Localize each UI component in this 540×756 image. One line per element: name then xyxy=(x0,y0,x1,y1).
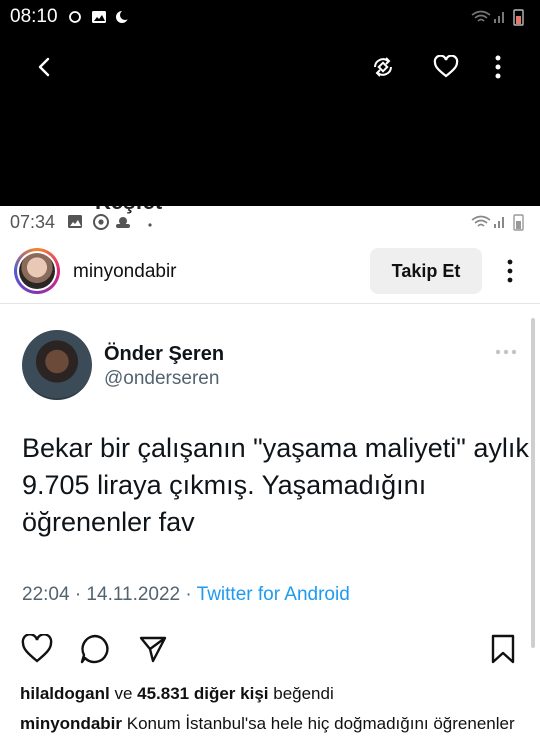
likes-count[interactable]: 45.831 diğer kişi xyxy=(137,684,268,703)
inner-notification-icons xyxy=(68,213,158,236)
moon-icon xyxy=(116,10,130,23)
inner-system-icons xyxy=(470,212,530,237)
at-icon xyxy=(93,214,109,230)
screenshot-image: Keşfet 07:34 xyxy=(0,206,540,756)
scrollbar[interactable] xyxy=(531,318,535,648)
weather-icon xyxy=(116,217,130,228)
caption-username[interactable]: minyondabir xyxy=(20,714,122,733)
system-icons xyxy=(470,7,530,32)
sync-icon xyxy=(69,11,81,23)
signal-icon xyxy=(494,12,504,23)
follow-button[interactable]: Takip Et xyxy=(370,248,482,294)
share-send-icon[interactable] xyxy=(136,632,170,666)
outer-status-bar: 08:10 xyxy=(0,0,540,34)
tweet-avatar[interactable] xyxy=(22,330,92,400)
header-divider xyxy=(0,303,540,304)
status-notification-icons xyxy=(68,8,138,26)
inner-status-bar: 07:34 xyxy=(0,206,540,236)
post-username[interactable]: minyondabir xyxy=(73,261,177,283)
bookmark-icon[interactable] xyxy=(486,632,520,666)
image-icon xyxy=(92,11,106,23)
tweet-timestamp: 22:04 · 14.11.2022 · xyxy=(22,584,197,605)
likes-summary: hilaldoganl ve 45.831 diğer kişi beğendi xyxy=(20,684,334,703)
viewer-toolbar xyxy=(0,40,540,96)
more-vertical-icon[interactable] xyxy=(486,50,510,84)
status-time: 08:10 xyxy=(10,6,58,27)
post-avatar[interactable] xyxy=(14,248,60,294)
tweet-text: Bekar bir çalışanın "yaşama maliyeti" ay… xyxy=(22,433,529,537)
post-options-icon[interactable] xyxy=(498,256,522,286)
comment-icon[interactable] xyxy=(78,632,112,666)
dot-icon xyxy=(148,223,152,227)
rotate-icon[interactable] xyxy=(366,50,400,84)
back-arrow-icon[interactable] xyxy=(28,50,62,84)
battery-icon xyxy=(513,9,524,26)
image-icon xyxy=(68,215,82,228)
liker-username[interactable]: hilaldoganl xyxy=(20,684,110,703)
post-caption: minyondabir Konum İstanbul'sa hele hiç d… xyxy=(20,712,520,735)
wifi-icon xyxy=(471,10,491,22)
signal-icon xyxy=(494,217,504,228)
heart-icon[interactable] xyxy=(429,50,463,84)
battery-icon xyxy=(513,214,524,231)
tweet-more-icon xyxy=(494,344,518,355)
wifi-icon xyxy=(471,215,491,227)
inner-status-time: 07:34 xyxy=(10,212,56,232)
tweet-author-handle: @onderseren xyxy=(104,368,220,389)
post-avatar-image xyxy=(19,253,55,289)
post-actions xyxy=(0,632,540,668)
caption-text: Konum İstanbul'sa hele hiç doğmadığını ö… xyxy=(122,714,515,733)
tweet-author-name: Önder Şeren xyxy=(104,343,225,365)
tweet-meta: 22:04 · 14.11.2022 · Twitter for Android xyxy=(22,584,350,606)
tweet-source: Twitter for Android xyxy=(196,584,350,605)
like-heart-icon[interactable] xyxy=(20,632,54,666)
